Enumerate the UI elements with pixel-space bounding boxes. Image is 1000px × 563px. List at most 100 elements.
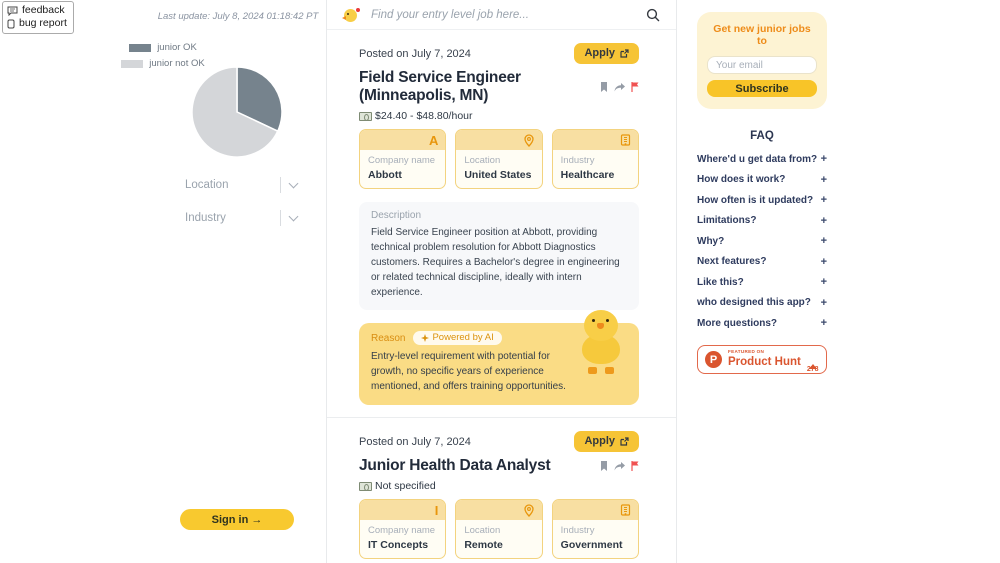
powered-by-ai-badge: Powered by AI	[413, 331, 501, 345]
left-sidebar: feedback bug report Last update: July 8,…	[0, 0, 326, 563]
building-icon	[620, 504, 631, 516]
chevron-down-icon	[289, 212, 299, 222]
faq-question: Limitations?	[697, 215, 756, 226]
subscribe-title: Get new junior jobs to	[707, 23, 817, 47]
upvote-count: 278	[807, 347, 819, 373]
location-filter-label: Location	[185, 179, 228, 191]
main-column: Posted on July 7, 2024 Apply Field Servi…	[326, 0, 677, 563]
faq-section: FAQ Where'd u get data from? + How does …	[697, 130, 827, 329]
legend-label: junior OK	[157, 42, 197, 53]
industry-label: Industry	[561, 155, 630, 166]
apply-button[interactable]: Apply	[574, 43, 639, 64]
product-hunt-name: Product Hunt	[728, 357, 801, 369]
faq-item[interactable]: who designed this app? +	[697, 297, 827, 309]
faq-question: Like this?	[697, 277, 744, 288]
email-field[interactable]	[707, 56, 817, 74]
location-info-card: Location Remote	[455, 499, 542, 559]
company-info-card: A Company name Abbott	[359, 129, 446, 189]
external-link-icon	[620, 49, 629, 58]
upvote-number: 278	[807, 366, 819, 373]
faq-question: How does it work?	[697, 174, 785, 185]
faq-item[interactable]: More questions? +	[697, 317, 827, 329]
legend-item: junior OK	[0, 42, 326, 53]
industry-label: Industry	[561, 525, 630, 536]
plus-icon: +	[821, 297, 827, 309]
job-title: Junior Health Data Analyst	[359, 457, 550, 475]
industry-filter-label: Industry	[185, 212, 226, 224]
feedback-link[interactable]: feedback	[7, 4, 67, 17]
faq-question: who designed this app?	[697, 297, 811, 308]
company-label: Company name	[368, 155, 437, 166]
reason-label: Reason	[371, 333, 405, 344]
job-card: Posted on July 7, 2024 Apply Junior Heal…	[327, 418, 676, 563]
plus-icon: +	[821, 317, 827, 329]
jobs-list: Posted on July 7, 2024 Apply Field Servi…	[327, 30, 676, 563]
company-value: IT Concepts	[368, 539, 437, 551]
industry-info-card: Industry Healthcare	[552, 129, 639, 189]
subscribe-box: Get new junior jobs to Subscribe	[697, 12, 827, 109]
flag-icon[interactable]	[631, 82, 639, 92]
reason-box: Reason Powered by AI Entry-level require…	[359, 323, 639, 405]
reason-text: Entry-level requirement with potential f…	[371, 349, 581, 394]
posted-date: Posted on July 7, 2024	[359, 436, 471, 448]
right-sidebar: Get new junior jobs to Subscribe FAQ Whe…	[677, 0, 1000, 563]
building-icon	[620, 134, 631, 146]
plus-icon: +	[821, 215, 827, 227]
search-icon[interactable]	[646, 8, 660, 22]
faq-item[interactable]: Next features? +	[697, 256, 827, 268]
faq-question: How often is it updated?	[697, 195, 813, 206]
plus-icon: +	[821, 174, 827, 186]
faq-question: More questions?	[697, 318, 777, 329]
industry-filter-select[interactable]: Industry	[185, 210, 297, 226]
subscribe-button[interactable]: Subscribe	[707, 80, 817, 97]
share-icon[interactable]	[614, 83, 625, 92]
product-hunt-badge[interactable]: P FEATURED ON Product Hunt 278	[697, 345, 827, 374]
search-input[interactable]	[371, 9, 636, 21]
apply-label: Apply	[584, 47, 615, 59]
plus-icon: +	[821, 194, 827, 206]
plus-icon: +	[821, 153, 827, 165]
industry-value: Healthcare	[561, 169, 630, 181]
location-label: Location	[464, 155, 533, 166]
money-icon	[359, 112, 372, 121]
apply-button[interactable]: Apply	[574, 431, 639, 452]
faq-item[interactable]: How does it work? +	[697, 174, 827, 186]
money-icon	[359, 482, 372, 491]
job-card: Posted on July 7, 2024 Apply Field Servi…	[327, 30, 676, 418]
bug-report-link[interactable]: bug report	[7, 17, 67, 30]
speech-bubble-icon	[7, 6, 18, 16]
feedback-box: feedback bug report	[2, 1, 74, 34]
app-window: feedback bug report Last update: July 8,…	[0, 0, 1000, 563]
faq-item[interactable]: How often is it updated? +	[697, 194, 827, 206]
location-filter-select[interactable]: Location	[185, 177, 297, 193]
product-hunt-logo-icon: P	[705, 351, 722, 368]
pie-chart	[191, 66, 283, 158]
chevron-down-icon	[289, 179, 299, 189]
location-label: Location	[464, 525, 533, 536]
faq-list: Where'd u get data from? + How does it w…	[697, 153, 827, 329]
bookmark-icon[interactable]	[600, 82, 608, 92]
bug-report-label: bug report	[19, 17, 67, 30]
last-update-text: Last update: July 8, 2024 01:18:42 PT	[140, 11, 336, 23]
posted-date: Posted on July 7, 2024	[359, 48, 471, 60]
map-pin-icon	[523, 134, 535, 147]
location-value: United States	[464, 169, 533, 181]
faq-item[interactable]: Limitations? +	[697, 215, 827, 227]
notification-dot	[355, 7, 361, 13]
powered-by-label: Powered by AI	[432, 332, 493, 343]
bookmark-icon[interactable]	[600, 461, 608, 471]
sign-in-button[interactable]: Sign in →	[180, 509, 294, 530]
company-initial-icon: A	[429, 134, 438, 147]
flag-icon[interactable]	[631, 461, 639, 471]
faq-item[interactable]: Where'd u get data from? +	[697, 153, 827, 165]
description-box: Description Field Service Engineer posit…	[359, 202, 639, 310]
plus-icon: +	[821, 256, 827, 268]
location-info-card: Location United States	[455, 129, 542, 189]
faq-item[interactable]: Like this? +	[697, 276, 827, 288]
faq-item[interactable]: Why? +	[697, 235, 827, 247]
bug-icon	[7, 19, 15, 29]
description-text: Field Service Engineer position at Abbot…	[371, 225, 627, 300]
share-icon[interactable]	[614, 462, 625, 471]
description-label: Description	[371, 210, 627, 221]
company-initial-icon: I	[435, 504, 439, 517]
